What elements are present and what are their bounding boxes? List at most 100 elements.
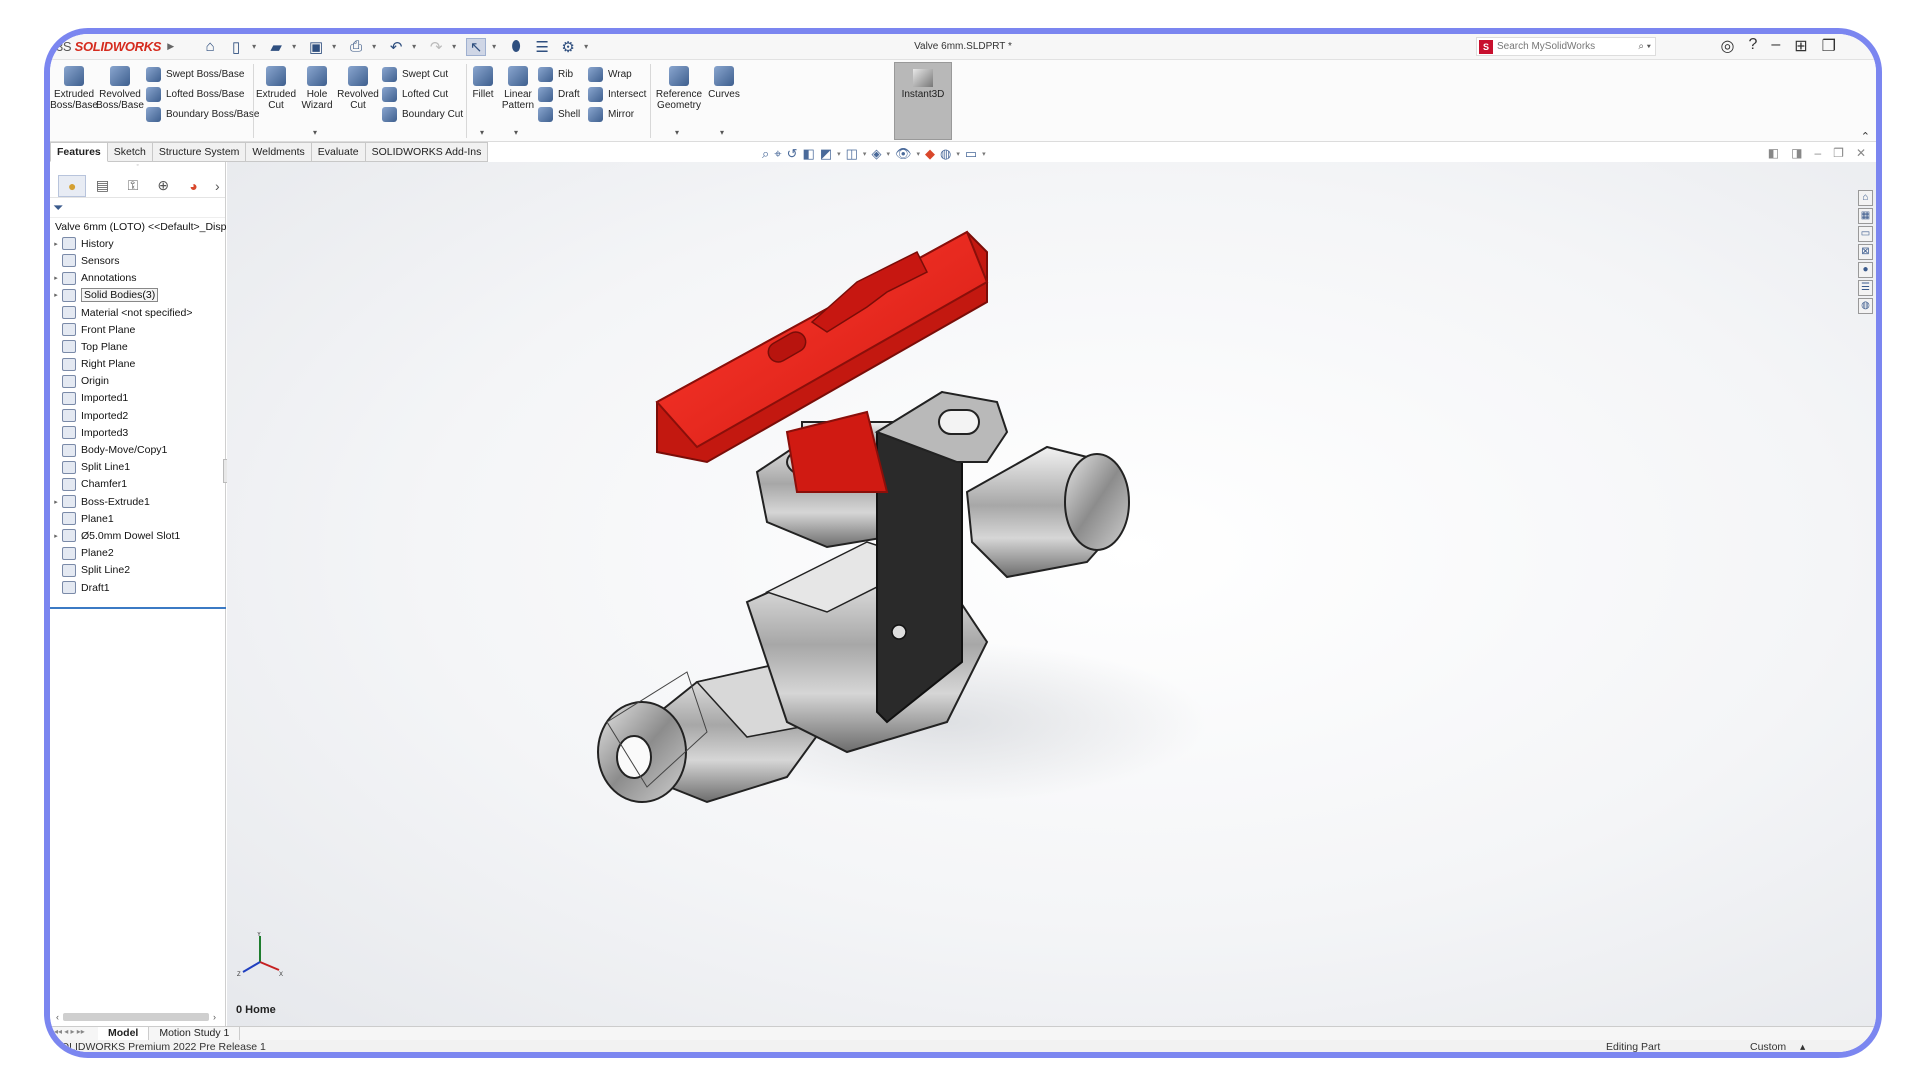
tree-item[interactable]: ▸ Annotations — [50, 270, 225, 287]
app-logo[interactable]: 3S SOLIDWORKS — [56, 39, 161, 54]
help-icon[interactable]: ? — [1748, 36, 1757, 56]
rib-button[interactable]: Rib — [538, 67, 573, 82]
open-folder-icon[interactable]: ▰ — [266, 38, 286, 56]
configuration-manager-tab-icon[interactable]: ⚿ — [119, 175, 147, 197]
hide-show-icon[interactable]: 👁 — [895, 146, 912, 162]
rollback-bar[interactable] — [50, 607, 226, 609]
property-manager-tab-icon[interactable]: ▤ — [88, 175, 116, 197]
boundary-boss-button[interactable]: Boundary Boss/Base — [146, 107, 259, 122]
tree-item[interactable]: Material <not specified> — [50, 304, 225, 321]
view-settings-icon[interactable]: ▭ — [965, 146, 977, 162]
tab-model[interactable]: Model — [98, 1027, 150, 1040]
tab-features[interactable]: Features — [50, 142, 108, 162]
view-dropdown-icon[interactable]: ▾ — [837, 150, 841, 158]
minimize-icon[interactable]: – — [1771, 36, 1780, 56]
apply-scene-icon[interactable]: ◍ — [940, 146, 951, 162]
shell-button[interactable]: Shell — [538, 107, 580, 122]
tile-windows-icon[interactable]: ⊞ — [1794, 36, 1807, 56]
feature-tree-tab-icon[interactable]: ● — [58, 174, 87, 197]
mirror-button[interactable]: Mirror — [588, 107, 634, 122]
curves-button[interactable]: Curves — [706, 66, 742, 100]
undo-dropdown-icon[interactable]: ▾ — [412, 42, 420, 51]
collapse-ribbon-icon[interactable]: ⌃ — [1861, 130, 1870, 143]
rebuild-icon[interactable]: ⬮ — [506, 38, 526, 56]
extruded-cut-button[interactable]: Extruded Cut — [256, 66, 296, 111]
redo-dropdown-icon[interactable]: ▾ — [452, 42, 460, 51]
tree-root-part[interactable]: Valve 6mm (LOTO) <<Default>_Displa — [50, 218, 235, 235]
file-explorer-icon[interactable]: ▭ — [1858, 226, 1873, 242]
scene-dropdown-icon[interactable]: ▾ — [956, 150, 960, 158]
boundary-cut-button[interactable]: Boundary Cut — [382, 107, 463, 122]
tab-add-ins[interactable]: SOLIDWORKS Add-Ins — [365, 142, 489, 162]
new-dropdown-icon[interactable]: ▾ — [252, 42, 260, 51]
display-manager-tab-icon[interactable]: ◕ — [179, 175, 207, 197]
tab-structure-system[interactable]: Structure System — [152, 142, 247, 162]
lofted-cut-button[interactable]: Lofted Cut — [382, 87, 448, 102]
open-dropdown-icon[interactable]: ▾ — [292, 42, 300, 51]
revolved-boss-button[interactable]: Revolved Boss/Base — [96, 66, 144, 111]
curves-dropdown-icon[interactable]: ▾ — [720, 128, 724, 137]
graphics-area[interactable]: Y X Z 0 Home ⌂ ▦ ▭ ⊠ ● ☰ ◍ — [227, 162, 1876, 1026]
undo-icon[interactable]: ↶ — [386, 38, 406, 56]
options-gear-icon[interactable]: ⚙ — [558, 38, 578, 56]
tab-evaluate[interactable]: Evaluate — [311, 142, 366, 162]
select-dropdown-icon[interactable]: ▾ — [492, 42, 500, 51]
valve-model[interactable] — [227, 162, 1876, 1026]
viewport-restore-icon[interactable]: ❐ — [1833, 146, 1844, 160]
view-orientation-icon[interactable]: ◫ — [846, 146, 858, 162]
tree-item[interactable]: ▸ Solid Bodies(3) — [50, 287, 225, 304]
print-icon[interactable]: ⎙ — [346, 38, 366, 56]
reference-geometry-dropdown-icon[interactable]: ▾ — [675, 128, 679, 137]
custom-properties-icon[interactable]: ☰ — [1858, 280, 1873, 296]
viewport-option-2-icon[interactable]: ◨ — [1791, 146, 1802, 160]
view-settings-dropdown-icon[interactable]: ▾ — [982, 150, 986, 158]
forum-icon[interactable]: ◍ — [1858, 298, 1873, 314]
tree-item[interactable]: Body-Move/Copy1 — [50, 441, 225, 458]
viewport-option-1-icon[interactable]: ◧ — [1768, 146, 1779, 160]
save-dropdown-icon[interactable]: ▾ — [332, 42, 340, 51]
wrap-button[interactable]: Wrap — [588, 67, 632, 82]
home-icon[interactable]: ⌂ — [200, 38, 220, 56]
scroll-right-icon[interactable]: › — [213, 1012, 216, 1022]
expand-arrow-icon[interactable]: ▸ — [50, 274, 62, 282]
menu-expand-icon[interactable]: ▶ — [167, 41, 174, 52]
more-tabs-chevron-icon[interactable]: › — [210, 175, 225, 197]
tree-item[interactable]: Split Line2 — [50, 562, 225, 579]
instant3d-button[interactable]: Instant3D — [894, 62, 952, 140]
previous-view-icon[interactable]: ↺ — [787, 146, 798, 162]
tree-item[interactable]: Sensors — [50, 252, 225, 269]
solidworks-resources-icon[interactable]: ⌂ — [1858, 190, 1873, 206]
design-library-icon[interactable]: ▦ — [1858, 208, 1873, 224]
extruded-boss-button[interactable]: Extruded Boss/Base — [50, 66, 98, 111]
search-input[interactable]: S Search MySolidWorks ⌕ ▾ — [1476, 37, 1656, 56]
zoom-to-area-icon[interactable]: ⌖ — [774, 146, 781, 162]
tree-item[interactable]: Plane2 — [50, 545, 225, 562]
units-dropdown-icon[interactable]: ▴ — [1800, 1041, 1805, 1052]
tree-item[interactable]: Split Line1 — [50, 459, 225, 476]
reference-geometry-button[interactable]: Reference Geometry — [652, 66, 706, 111]
tab-navigation-icons[interactable]: ◂◂ ◂ ▸ ▸▸ — [50, 1027, 98, 1040]
filter-icon[interactable]: ⏷ — [50, 198, 225, 218]
restore-icon[interactable]: ❐ — [1822, 36, 1836, 56]
fillet-button[interactable]: Fillet — [468, 66, 498, 100]
linear-pattern-dropdown-icon[interactable]: ▾ — [514, 128, 518, 137]
lofted-boss-button[interactable]: Lofted Boss/Base — [146, 87, 244, 102]
swept-cut-button[interactable]: Swept Cut — [382, 67, 448, 82]
swept-boss-button[interactable]: Swept Boss/Base — [146, 67, 244, 82]
tab-weldments[interactable]: Weldments — [246, 142, 312, 162]
panel-grip[interactable]: ◦ — [50, 162, 225, 174]
draft-button[interactable]: Draft — [538, 87, 580, 102]
appearances-icon[interactable]: ● — [1858, 262, 1873, 278]
linear-pattern-button[interactable]: Linear Pattern — [500, 66, 536, 111]
horizontal-scrollbar[interactable]: ‹ › — [56, 1012, 216, 1022]
dynamic-annotation-icon[interactable]: ◩ — [820, 146, 832, 162]
revolved-cut-button[interactable]: Revolved Cut — [336, 66, 380, 111]
tab-sketch[interactable]: Sketch — [107, 142, 153, 162]
tree-item[interactable]: Chamfer1 — [50, 476, 225, 493]
new-document-icon[interactable]: ▯ — [226, 38, 246, 56]
scroll-left-icon[interactable]: ‹ — [56, 1012, 59, 1022]
expand-arrow-icon[interactable]: ▸ — [50, 532, 62, 540]
dimxpert-tab-icon[interactable]: ⊕ — [149, 175, 177, 197]
expand-arrow-icon[interactable]: ▸ — [50, 240, 62, 248]
tree-item[interactable]: Front Plane — [50, 321, 225, 338]
